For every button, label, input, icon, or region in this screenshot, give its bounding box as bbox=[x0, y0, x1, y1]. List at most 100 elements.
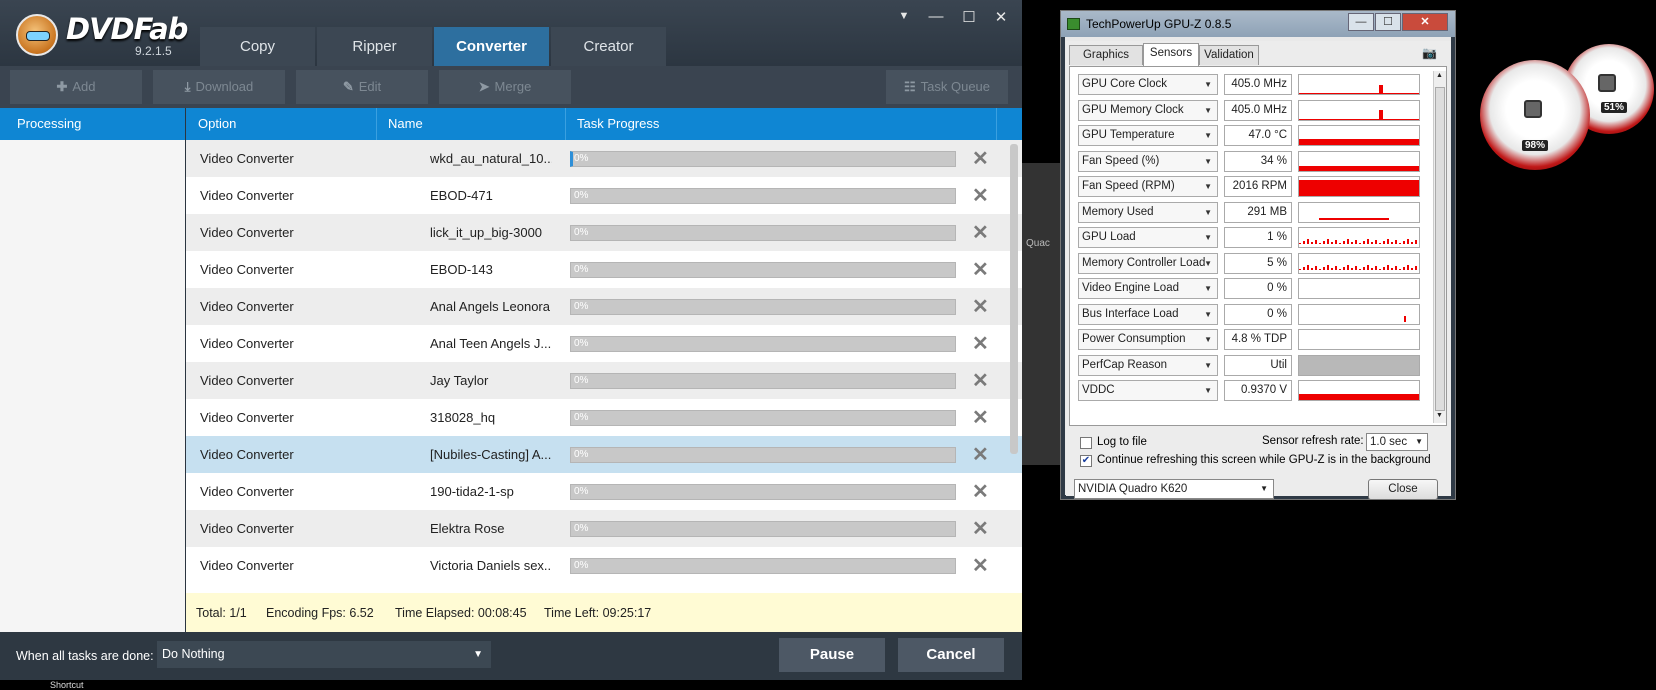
pause-button[interactable]: Pause bbox=[779, 638, 885, 672]
bottom-bar: When all tasks are done: Do Nothing ▼ Pa… bbox=[0, 632, 1022, 680]
column-option[interactable]: Option bbox=[198, 108, 236, 140]
sensor-row: VDDC ▼ 0.9370 V bbox=[1078, 380, 1428, 403]
sensor-name-select[interactable]: Fan Speed (%) ▼ bbox=[1078, 150, 1218, 172]
tab-sensors[interactable]: Sensors bbox=[1143, 43, 1199, 66]
sensor-name-select[interactable]: Fan Speed (RPM) ▼ bbox=[1078, 176, 1218, 197]
chevron-down-icon: ▼ bbox=[1204, 207, 1212, 217]
progress-bar: 0% bbox=[570, 151, 956, 167]
sensor-name-select[interactable]: GPU Load ▼ bbox=[1078, 227, 1218, 248]
table-row[interactable]: Video Converter Victoria Daniels sex... 0%… bbox=[186, 547, 1022, 584]
table-row[interactable]: Video Converter lick_it_up_big-3000 0% ✕ bbox=[186, 214, 1022, 251]
cancel-button[interactable]: Cancel bbox=[898, 638, 1004, 672]
sidebar: Processing bbox=[0, 108, 185, 632]
remove-icon[interactable]: ✕ bbox=[972, 331, 989, 356]
sensor-name-select[interactable]: PerfCap Reason ▼ bbox=[1078, 354, 1218, 376]
sensor-name-select[interactable]: Power Consumption ▼ bbox=[1078, 329, 1218, 350]
remove-icon[interactable]: ✕ bbox=[972, 220, 989, 245]
sensor-value: 405.0 MHz bbox=[1224, 74, 1292, 95]
maximize-icon[interactable]: ☐ bbox=[1375, 13, 1401, 31]
sensor-graph bbox=[1298, 278, 1420, 299]
menu-dropdown-icon[interactable]: ▼ bbox=[893, 10, 915, 22]
remove-icon[interactable]: ✕ bbox=[972, 442, 989, 467]
continue-refresh-checkbox[interactable]: ✔ bbox=[1080, 455, 1092, 467]
when-done-label: When all tasks are done: bbox=[16, 649, 154, 663]
chevron-down-icon: ▼ bbox=[473, 649, 483, 660]
tab-converter[interactable]: Converter bbox=[434, 27, 549, 66]
memory-chip-icon bbox=[1598, 74, 1616, 92]
table-row[interactable]: Video Converter Elektra Rose 0% ✕ bbox=[186, 510, 1022, 547]
tab-validation[interactable]: Validation bbox=[1199, 45, 1259, 65]
progress-bar: 0% bbox=[570, 336, 956, 352]
chevron-down-icon: ▼ bbox=[1204, 360, 1212, 370]
when-done-select[interactable]: Do Nothing ▼ bbox=[157, 641, 491, 668]
table-row[interactable]: Video Converter EBOD-471 0% ✕ bbox=[186, 177, 1022, 214]
sensor-name-select[interactable]: GPU Core Clock ▼ bbox=[1078, 74, 1218, 95]
table-row[interactable]: Video Converter 190-tida2-1-sp 0% ✕ bbox=[186, 473, 1022, 510]
table-row[interactable]: Video Converter Jay Taylor 0% ✕ bbox=[186, 362, 1022, 399]
sensor-value: 0 % bbox=[1224, 303, 1292, 325]
sensor-name-select[interactable]: GPU Temperature ▼ bbox=[1078, 125, 1218, 146]
table-row[interactable]: Video Converter Anal Teen Angels J... 0% ✕ bbox=[186, 325, 1022, 362]
gpuz-title: TechPowerUp GPU-Z 0.8.5 bbox=[1086, 17, 1232, 31]
row-option: Video Converter bbox=[200, 484, 294, 499]
minimize-icon[interactable]: — bbox=[925, 8, 947, 25]
remove-icon[interactable]: ✕ bbox=[972, 183, 989, 208]
refresh-rate-select[interactable]: 1.0 sec ▼ bbox=[1366, 433, 1428, 451]
close-icon[interactable]: ✕ bbox=[1402, 13, 1448, 31]
download-button[interactable]: ⤓ Download bbox=[153, 70, 285, 104]
sensor-name-select[interactable]: GPU Memory Clock ▼ bbox=[1078, 99, 1218, 121]
row-option: Video Converter bbox=[200, 151, 294, 166]
sensor-value: 5 % bbox=[1224, 252, 1292, 274]
sensor-name-select[interactable]: Video Engine Load ▼ bbox=[1078, 278, 1218, 299]
sensor-name-select[interactable]: Memory Controller Load ▼ bbox=[1078, 252, 1218, 274]
remove-icon[interactable]: ✕ bbox=[972, 405, 989, 430]
column-task-progress[interactable]: Task Progress bbox=[577, 108, 659, 140]
sensor-scrollbar[interactable]: ▲ ▼ bbox=[1433, 71, 1446, 423]
chevron-down-icon: ▼ bbox=[1204, 258, 1212, 268]
table-row[interactable]: Video Converter EBOD-143 0% ✕ bbox=[186, 251, 1022, 288]
camera-icon[interactable]: 📷 bbox=[1422, 46, 1437, 60]
tab-ripper[interactable]: Ripper bbox=[317, 27, 432, 66]
scroll-down-icon[interactable]: ▼ bbox=[1436, 412, 1443, 419]
remove-icon[interactable]: ✕ bbox=[972, 516, 989, 541]
scroll-up-icon[interactable]: ▲ bbox=[1436, 72, 1443, 79]
tab-graphics-card[interactable]: Graphics Card bbox=[1069, 45, 1143, 80]
sensor-name-select[interactable]: Memory Used ▼ bbox=[1078, 201, 1218, 223]
merge-button[interactable]: ➤ Merge bbox=[439, 70, 571, 104]
table-row[interactable]: Video Converter Anal Angels Leonora 0% ✕ bbox=[186, 288, 1022, 325]
sensor-graph bbox=[1298, 74, 1420, 95]
maximize-icon[interactable]: ☐ bbox=[958, 8, 980, 26]
minimize-icon[interactable]: — bbox=[1348, 13, 1374, 31]
list-scrollbar[interactable] bbox=[1010, 144, 1018, 454]
column-name[interactable]: Name bbox=[388, 108, 423, 140]
sidebar-item-processing[interactable]: Processing bbox=[0, 108, 185, 140]
log-to-file-checkbox[interactable] bbox=[1080, 437, 1092, 449]
task-queue-button[interactable]: ☷ Task Queue bbox=[886, 70, 1008, 104]
refresh-rate-label: Sensor refresh rate: bbox=[1262, 435, 1364, 447]
row-name: [Nubiles-Casting] A... bbox=[430, 447, 552, 462]
tab-creator[interactable]: Creator bbox=[551, 27, 666, 66]
chevron-down-icon: ▼ bbox=[1204, 284, 1212, 293]
chevron-down-icon: ▼ bbox=[1204, 233, 1212, 242]
table-row[interactable]: Video Converter 318028_hq 0% ✕ bbox=[186, 399, 1022, 436]
remove-icon[interactable]: ✕ bbox=[972, 146, 989, 171]
remove-icon[interactable]: ✕ bbox=[972, 294, 989, 319]
sensor-name-select[interactable]: Bus Interface Load ▼ bbox=[1078, 303, 1218, 325]
remove-icon[interactable]: ✕ bbox=[972, 368, 989, 393]
sensor-graph bbox=[1298, 227, 1420, 248]
sensor-name-select[interactable]: VDDC ▼ bbox=[1078, 380, 1218, 401]
add-button[interactable]: ✚ Add bbox=[10, 70, 142, 104]
scroll-thumb[interactable] bbox=[1435, 87, 1445, 411]
gpu-select[interactable]: NVIDIA Quadro K620 ▼ bbox=[1074, 479, 1274, 499]
table-row[interactable]: Video Converter [Nubiles-Casting] A... 0% ✕ bbox=[186, 436, 1022, 473]
table-row[interactable]: Video Converter wkd_au_natural_10... 0% ✕ bbox=[186, 140, 1022, 177]
tab-copy[interactable]: Copy bbox=[200, 27, 315, 66]
remove-icon[interactable]: ✕ bbox=[972, 553, 989, 578]
remove-icon[interactable]: ✕ bbox=[972, 479, 989, 504]
sensor-graph bbox=[1298, 329, 1420, 350]
sensor-row: Fan Speed (RPM) ▼ 2016 RPM bbox=[1078, 176, 1428, 199]
remove-icon[interactable]: ✕ bbox=[972, 257, 989, 282]
close-icon[interactable]: ✕ bbox=[990, 8, 1012, 26]
edit-button[interactable]: ✎ Edit bbox=[296, 70, 428, 104]
close-button[interactable]: Close bbox=[1368, 479, 1438, 500]
